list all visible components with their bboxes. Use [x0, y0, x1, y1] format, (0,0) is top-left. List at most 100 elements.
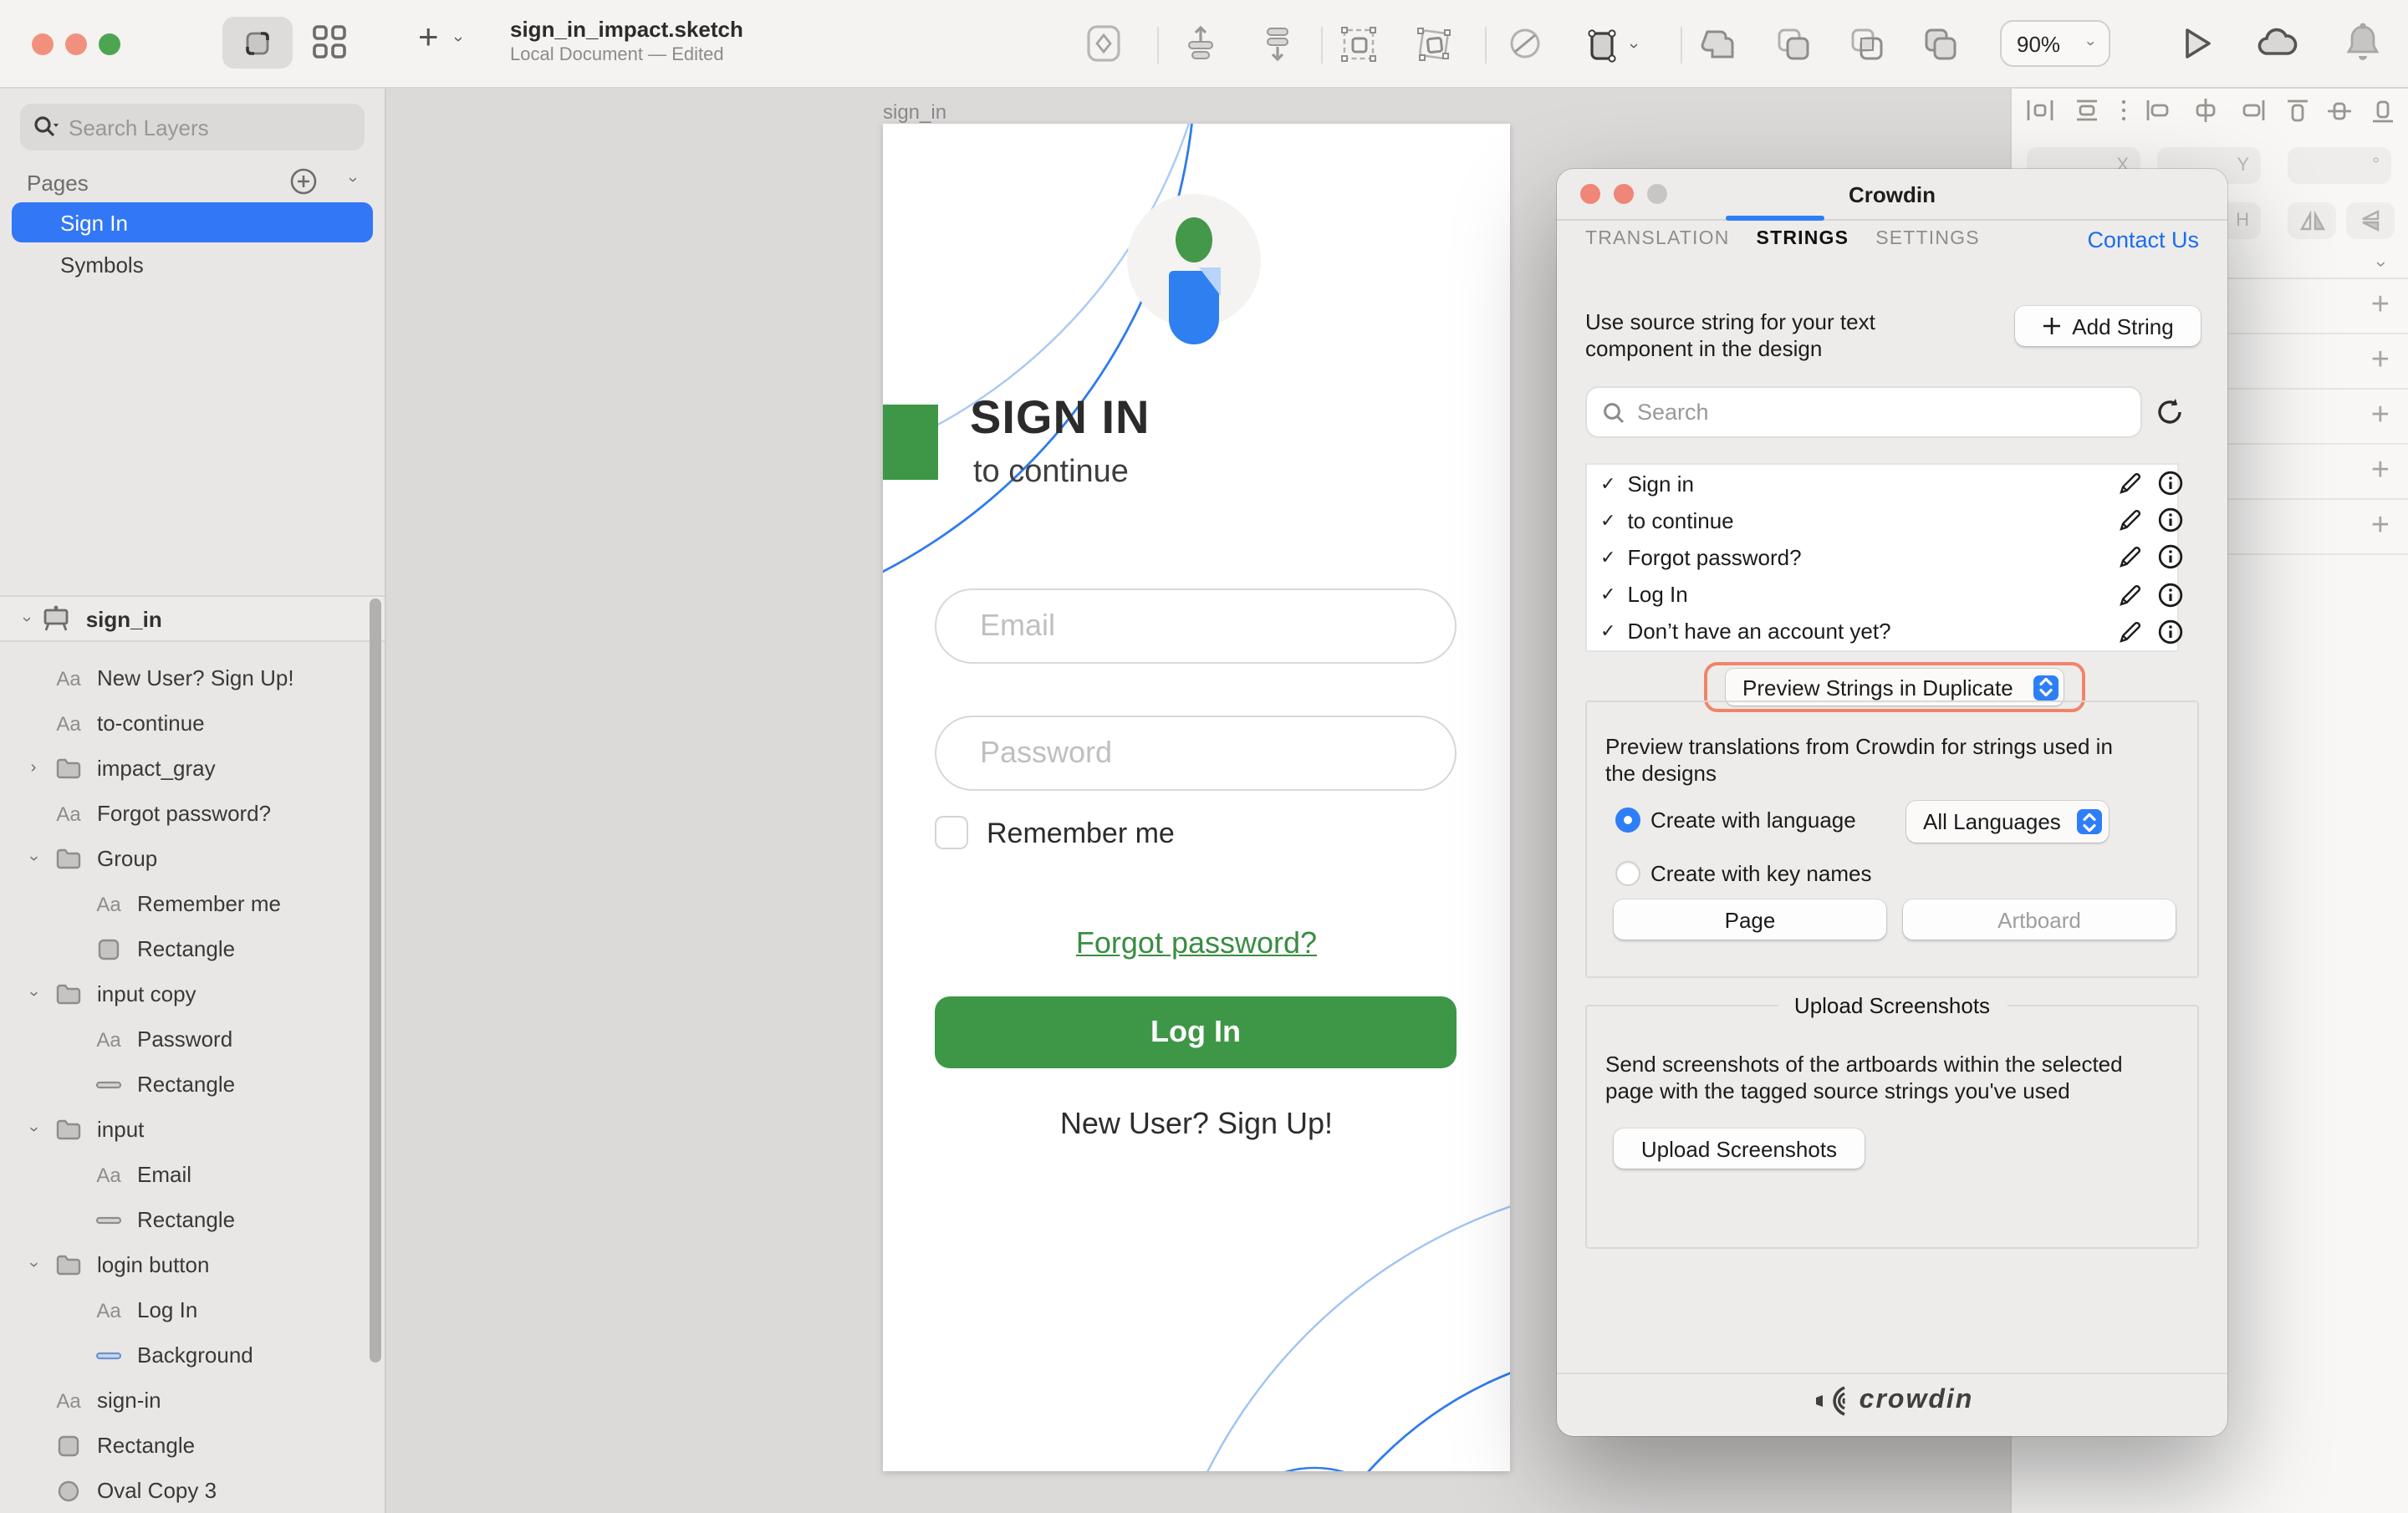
dialog-tab[interactable]: TRANSLATION [1585, 229, 1730, 249]
layer-row[interactable]: › Aa Group [0, 836, 385, 881]
upload-screenshots-button[interactable]: Upload Screenshots [1614, 1128, 1865, 1169]
add-string-button[interactable]: Add String [2015, 306, 2201, 346]
layer-row[interactable]: › Aa Email [0, 1152, 385, 1197]
boolean-intersect-button[interactable] [1846, 23, 1888, 65]
distribute-vertical-button[interactable] [1181, 23, 1221, 64]
align-top-icon[interactable] [2283, 96, 2310, 125]
layer-row[interactable]: › Aa Rectangle [0, 1423, 385, 1468]
add-style-icon[interactable]: + [2371, 508, 2390, 545]
layer-chevron-icon[interactable]: › [24, 848, 43, 869]
align-right-icon[interactable] [2237, 97, 2268, 124]
log-in-button[interactable]: Log In [935, 996, 1457, 1068]
string-info-icon[interactable] [2157, 507, 2184, 533]
artboard-button[interactable]: Artboard [1903, 899, 2176, 940]
add-style-icon[interactable]: + [2371, 343, 2390, 380]
boolean-union-button[interactable] [1699, 23, 1741, 65]
flip-horizontal-button[interactable] [2288, 202, 2336, 239]
sign-up-link[interactable]: New User? Sign Up! [883, 1107, 1510, 1142]
layer-row[interactable]: › Aa login button [0, 1242, 385, 1287]
add-page-icon[interactable] [289, 167, 318, 196]
sidebar-scrollbar[interactable] [370, 599, 381, 1363]
page-button[interactable]: Page [1614, 899, 1886, 940]
layer-row[interactable]: › Aa input copy [0, 971, 385, 1016]
create-with-key-names-radio[interactable] [1615, 861, 1640, 886]
group-button[interactable] [1338, 23, 1380, 65]
canvas-view-toggle[interactable] [222, 17, 293, 69]
insert-button[interactable]: + [418, 18, 439, 59]
layer-row[interactable]: › Aa Background [0, 1332, 385, 1378]
edit-string-icon[interactable] [2117, 544, 2144, 571]
contact-us-link[interactable]: Contact Us [2087, 227, 2199, 252]
layer-row[interactable]: › Aa Rectangle [0, 1062, 385, 1107]
dialog-tab[interactable]: SETTINGS [1875, 229, 1980, 249]
layer-row[interactable]: › Aa Rectangle [0, 926, 385, 971]
sign-in-artboard[interactable]: SIGN IN to continue Email Password Remem… [883, 124, 1510, 1471]
notifications-bell-button[interactable] [2341, 20, 2385, 67]
string-row[interactable]: ✓ Log In [1587, 576, 2177, 613]
layer-chevron-icon[interactable]: › [24, 1255, 43, 1275]
boolean-subtract-button[interactable] [1773, 23, 1814, 65]
layer-row[interactable]: › Aa Oval Copy 3 [0, 1468, 385, 1513]
layer-row[interactable]: › Aa to-continue [0, 700, 385, 746]
components-view-toggle[interactable] [309, 22, 349, 62]
flip-vertical-button[interactable] [2346, 202, 2395, 239]
search-layers-input[interactable]: Search Layers [20, 104, 365, 150]
ungroup-button[interactable] [1413, 23, 1455, 65]
pages-collapse-chevron-icon[interactable]: › [343, 177, 361, 183]
align-bottom-icon[interactable] [2370, 96, 2396, 125]
minimize-window-button[interactable] [65, 33, 87, 55]
frame-tool-button[interactable] [1582, 22, 1625, 67]
string-info-icon[interactable] [2157, 581, 2184, 608]
string-row[interactable]: ✓ to continue [1587, 502, 2177, 538]
distribute-horizontal-icon[interactable] [2025, 97, 2055, 124]
refresh-strings-button[interactable] [2154, 396, 2186, 428]
close-window-button[interactable] [32, 33, 54, 55]
frame-tool-chevron-icon[interactable]: › [1624, 43, 1642, 49]
zoom-window-button[interactable] [99, 33, 120, 55]
email-field[interactable]: Email [935, 588, 1457, 664]
string-info-icon[interactable] [2157, 619, 2184, 645]
layer-row[interactable]: › Aa Log In [0, 1287, 385, 1332]
add-style-icon[interactable]: + [2371, 398, 2390, 435]
layer-chevron-icon[interactable]: › [24, 1119, 43, 1139]
layer-row[interactable]: › Aa Forgot password? [0, 791, 385, 836]
rotation-field[interactable]: ° [2288, 147, 2391, 184]
dialog-tab[interactable]: STRINGS [1757, 229, 1849, 249]
edit-string-icon[interactable] [2117, 507, 2144, 533]
tidy-button[interactable] [1258, 23, 1298, 64]
forgot-password-link[interactable]: Forgot password? [883, 926, 1510, 961]
add-style-icon[interactable]: + [2371, 288, 2390, 324]
tree-chevron-icon[interactable]: › [17, 616, 35, 622]
shape-tool-button[interactable] [1084, 23, 1124, 64]
layer-row[interactable]: › Aa Rectangle [0, 1197, 385, 1242]
artboard-tree-header[interactable]: › sign_in [0, 595, 385, 642]
align-left-icon[interactable] [2145, 97, 2175, 124]
strings-search-input[interactable]: Search [1585, 386, 2142, 438]
insert-chevron-icon[interactable]: › [448, 37, 467, 43]
page-row[interactable]: Symbols [12, 244, 373, 284]
edit-string-icon[interactable] [2117, 619, 2144, 645]
layer-row[interactable]: › Aa sign-in [0, 1378, 385, 1423]
edit-string-icon[interactable] [2117, 581, 2144, 608]
layer-row[interactable]: › Aa input [0, 1107, 385, 1152]
language-select-popup[interactable]: All Languages [1906, 801, 2109, 843]
page-row[interactable]: Sign In [12, 202, 373, 242]
layer-row[interactable]: › Aa New User? Sign Up! [0, 655, 385, 700]
remember-me-checkbox[interactable] [935, 816, 968, 849]
preview-play-button[interactable] [2174, 22, 2217, 65]
string-info-icon[interactable] [2157, 544, 2184, 571]
password-field[interactable]: Password [935, 716, 1457, 791]
artboard-title-label[interactable]: sign_in [883, 100, 946, 124]
layer-row[interactable]: › Aa Password [0, 1016, 385, 1062]
align-middle-vertical-icon[interactable] [2327, 96, 2354, 125]
cloud-sync-button[interactable] [2254, 23, 2301, 64]
add-style-icon[interactable]: + [2371, 453, 2390, 490]
string-info-icon[interactable] [2157, 470, 2184, 497]
inspector-section-chevron-icon[interactable]: › [2371, 261, 2391, 267]
more-alignment-icon[interactable] [2118, 97, 2128, 124]
string-row[interactable]: ✓ Sign in [1587, 465, 2177, 502]
zoom-level-select[interactable]: 90% › [2000, 20, 2110, 67]
mask-tool-button[interactable] [1505, 23, 1545, 64]
edit-string-icon[interactable] [2117, 470, 2144, 497]
create-with-language-radio[interactable] [1615, 807, 1640, 833]
